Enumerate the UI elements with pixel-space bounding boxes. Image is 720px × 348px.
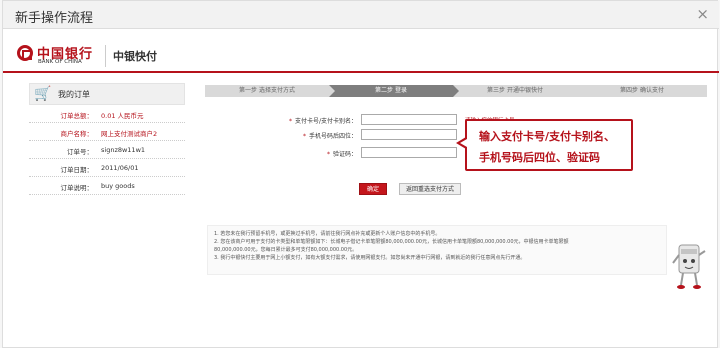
notes-box: 1. 若您未在我行预留手机号，或更换过手机号，请前往我行网点补充或更新个人账户信…: [207, 225, 667, 275]
order-row-description: 订单说明： buy goods: [29, 177, 185, 195]
order-header: 🛒 我的订单: [29, 83, 185, 105]
bank-of-china-logo-icon: [17, 45, 33, 61]
close-icon[interactable]: ×: [696, 5, 709, 23]
captcha-input[interactable]: [361, 147, 457, 158]
order-row-merchant: 商户名称： 网上支付测试商户2: [29, 123, 185, 141]
phone-last4-label: * 手机号码后四位：: [302, 133, 357, 140]
order-value: 网上支付测试商户2: [101, 130, 158, 138]
order-row-total: 订单总额： 0.01 人民币元: [29, 105, 185, 123]
note-line: 80,000,000.00元，您每日累计最多可支付80,000,000.00元。: [214, 247, 358, 253]
order-value: 2011/06/01: [101, 164, 139, 172]
order-label: 商户名称：: [60, 130, 94, 138]
step-activate-quickpay: 第三步 开通中银快付: [453, 85, 583, 97]
order-value: signz8w11w1: [101, 146, 146, 154]
card-number-label: * 支付卡号/支付卡别名：: [288, 118, 357, 125]
product-name: 中银快付: [113, 50, 157, 63]
note-line: 2. 您在该商户可用于支付的卡类型和单笔限额如下：长城电子借记卡单笔限额80,0…: [214, 239, 569, 245]
step-confirm-payment: 第四步 确认支付: [577, 85, 707, 97]
order-label: 订单号：: [67, 148, 93, 156]
progress-steps: 第一步 选择支付方式 第二步 登录 第三步 开通中银快付 第四步 确认支付: [205, 85, 707, 97]
order-value: 0.01 人民币元: [101, 112, 144, 120]
card-number-input[interactable]: [361, 114, 457, 125]
confirm-button[interactable]: 确定: [359, 183, 387, 195]
order-panel: 🛒 我的订单 订单总额： 0.01 人民币元 商户名称： 网上支付测试商户2 订…: [29, 83, 185, 195]
order-row-number: 订单号： signz8w11w1: [29, 141, 185, 159]
header-rule: [3, 71, 719, 73]
logo-divider: [105, 45, 106, 67]
step-choose-payment: 第一步 选择支付方式: [205, 85, 335, 97]
note-line: 3. 我行中银快付主要用于网上小额支付，如有大额支付需求，请使用网银支付。如您尚…: [214, 255, 526, 261]
order-label: 订单日期：: [60, 166, 94, 174]
callout-line-1: 输入支付卡号/支付卡别名、: [479, 130, 616, 143]
dialog-frame: 新手操作流程 × 中国银行 BANK OF CHINA 中银快付 🛒 我的订单 …: [2, 0, 719, 348]
order-row-date: 订单日期： 2011/06/01: [29, 159, 185, 177]
order-label: 订单总额：: [60, 112, 94, 120]
order-value: buy goods: [101, 182, 135, 190]
back-to-payment-method-button[interactable]: 返回重选支付方式: [399, 183, 461, 195]
instruction-callout: 输入支付卡号/支付卡别名、 手机号码后四位、验证码: [456, 119, 633, 171]
step-login: 第二步 登录: [329, 85, 459, 97]
order-label: 订单说明：: [60, 184, 94, 192]
captcha-label: * 验证码：: [326, 151, 357, 158]
callout-line-2: 手机号码后四位、验证码: [479, 151, 600, 164]
card-mascot-icon: [672, 244, 706, 289]
cart-icon: 🛒: [34, 86, 52, 102]
title-bar: 新手操作流程 ×: [3, 1, 719, 29]
order-header-label: 我的订单: [58, 90, 90, 99]
bank-logo-en: BANK OF CHINA: [38, 59, 82, 65]
note-line: 1. 若您未在我行预留手机号，或更换过手机号，请前往我行网点补充或更新个人账户信…: [214, 231, 441, 237]
dialog-title: 新手操作流程: [15, 11, 94, 26]
phone-last4-input[interactable]: [361, 129, 457, 140]
